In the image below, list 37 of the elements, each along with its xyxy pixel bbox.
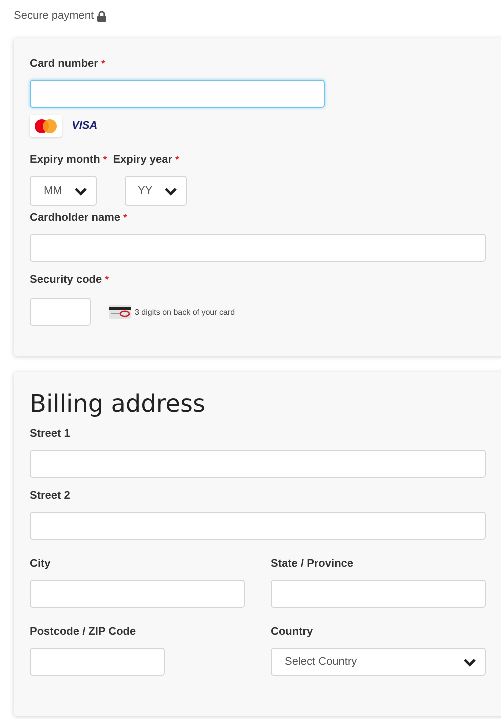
text-field[interactable] [30,648,165,676]
field-label: Street 1 [30,428,70,440]
field-label: Street 2 [30,490,70,502]
card-back-icon [109,305,131,319]
field-label: Security code [30,274,102,286]
lock-icon [97,10,108,22]
chevron-down-icon [463,658,477,666]
text-field[interactable] [30,512,486,540]
field-label: Country [271,626,314,638]
secure-payment-label: Secure payment [14,10,94,22]
field-label: Expiry year [113,154,173,166]
text-field[interactable] [30,580,245,608]
field-label: Expiry month [30,154,100,166]
card-number-field[interactable] [30,80,325,108]
required-marker: * [105,275,110,286]
cardholder-name-field[interactable] [30,234,486,262]
required-marker: * [176,155,180,166]
visa-logo: VISA [72,120,98,132]
field-label: City [30,558,51,570]
security-code-field[interactable] [30,298,91,326]
field-label: Card number [30,58,98,70]
text-field[interactable] [30,450,486,478]
expiry-month-select[interactable]: MM [30,176,97,206]
required-marker: * [103,155,108,166]
expiry-year-select[interactable]: YY [125,176,187,206]
security-code-hint: 3 digits on back of your card [135,308,236,316]
chevron-down-icon [74,186,88,196]
mastercard-logo [30,115,62,137]
text-field[interactable] [271,580,486,608]
chevron-down-icon [164,186,178,196]
required-marker: * [101,59,106,70]
field-label: Cardholder name [30,212,120,224]
field-label: Postcode / ZIP Code [30,626,136,638]
billing-address-heading: Billing address [30,390,206,418]
field-label: State / Province [271,558,354,570]
country-select[interactable]: Select Country [271,648,486,676]
required-marker: * [123,213,128,224]
